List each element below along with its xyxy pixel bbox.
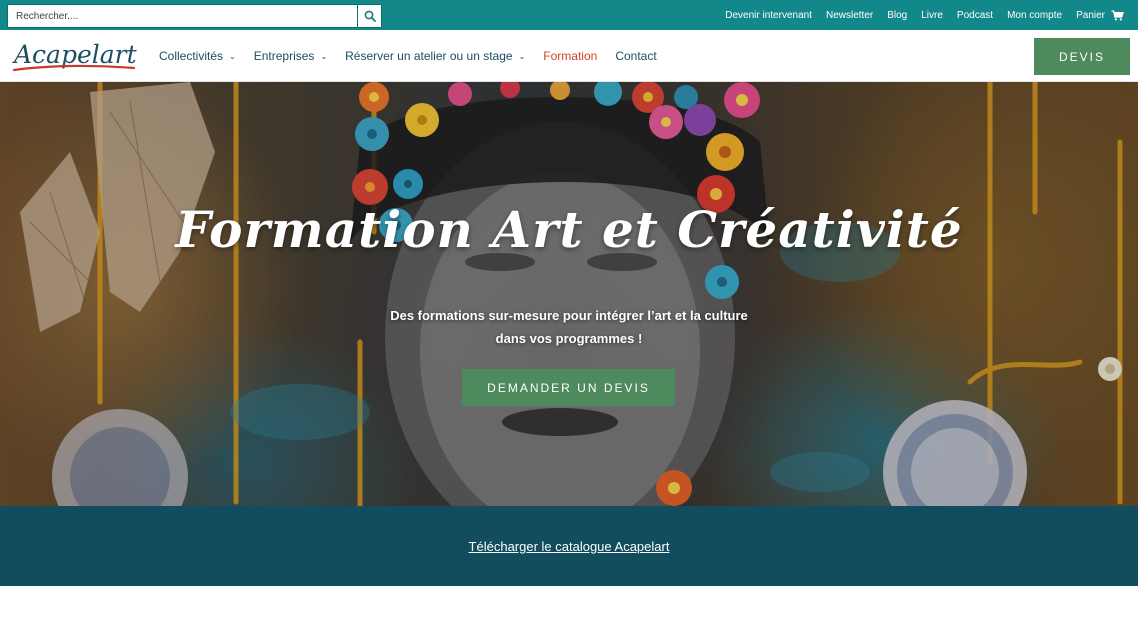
hero-overlay	[0, 82, 1138, 506]
nav-item-contact[interactable]: Contact	[615, 49, 656, 63]
page-content-area	[0, 586, 1138, 640]
nav-item-label: Collectivités	[159, 49, 224, 63]
top-link-devenir-intervenant[interactable]: Devenir intervenant	[725, 10, 812, 21]
nav-item-entreprises[interactable]: Entreprises ⌄	[254, 49, 327, 63]
request-quote-button[interactable]: DEMANDER UN DEVIS	[462, 369, 675, 406]
main-header: Acapelart Collectivités ⌄ Entreprises ⌄ …	[0, 30, 1138, 82]
search-button[interactable]	[357, 5, 381, 27]
logo-graphic: Acapelart	[12, 40, 138, 72]
top-links: Devenir intervenant Newsletter Blog Livr…	[725, 0, 1124, 30]
search-box	[7, 4, 382, 28]
top-link-newsletter[interactable]: Newsletter	[826, 10, 873, 21]
catalogue-band: Télécharger le catalogue Acapelart	[0, 506, 1138, 586]
devis-button[interactable]: DEVIS	[1034, 38, 1130, 75]
download-catalogue-link[interactable]: Télécharger le catalogue Acapelart	[469, 539, 670, 554]
chevron-down-icon: ⌄	[229, 51, 236, 61]
top-link-panier[interactable]: Panier	[1076, 10, 1124, 21]
nav-item-label: Formation	[543, 49, 598, 63]
hero-subtitle: Des formations sur-mesure pour intégrer …	[390, 308, 748, 346]
nav-item-collectivites[interactable]: Collectivités ⌄	[159, 49, 236, 63]
nav-item-label: Contact	[615, 49, 657, 63]
search-input[interactable]	[8, 5, 357, 27]
search-icon	[364, 10, 376, 22]
nav-item-label: Réserver un atelier ou un stage	[345, 49, 513, 63]
hero-title: Formation Art et Créativité	[175, 200, 963, 259]
nav-item-label: Entreprises	[253, 49, 315, 63]
panier-label: Panier	[1076, 9, 1105, 21]
top-link-podcast[interactable]: Podcast	[957, 10, 993, 21]
main-nav: Collectivités ⌄ Entreprises ⌄ Réserver u…	[159, 30, 657, 82]
top-link-mon-compte[interactable]: Mon compte	[1007, 10, 1062, 21]
logo-text: Acapelart	[12, 40, 138, 69]
nav-item-reserver[interactable]: Réserver un atelier ou un stage ⌄	[345, 49, 525, 63]
cart-icon	[1111, 9, 1124, 20]
chevron-down-icon: ⌄	[320, 51, 328, 61]
top-link-blog[interactable]: Blog	[887, 10, 907, 21]
chevron-down-icon: ⌄	[518, 51, 526, 61]
top-link-livre[interactable]: Livre	[921, 10, 943, 21]
top-utility-bar: Devenir intervenant Newsletter Blog Livr…	[0, 0, 1138, 30]
nav-item-formation[interactable]: Formation	[543, 49, 597, 63]
hero-section: Formation Art et Créativité Des formatio…	[0, 82, 1138, 506]
site-logo[interactable]: Acapelart	[10, 36, 140, 78]
